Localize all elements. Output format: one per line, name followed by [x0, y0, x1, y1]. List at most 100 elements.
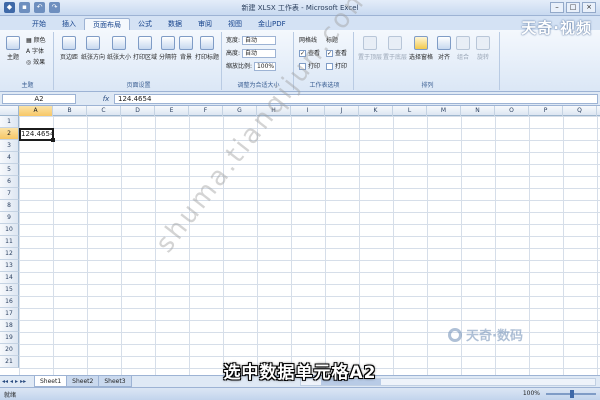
tab-home[interactable]: 开始: [24, 18, 54, 30]
name-box[interactable]: A2: [2, 94, 76, 104]
row-header-2[interactable]: 2: [0, 128, 19, 140]
scale-input[interactable]: 100%: [253, 62, 276, 71]
active-cell-a2[interactable]: 124.4654: [19, 128, 54, 141]
tab-review[interactable]: 审阅: [190, 18, 220, 30]
column-header-b[interactable]: B: [53, 106, 87, 116]
print-titles-icon: [200, 36, 214, 50]
margins-label: 页边距: [59, 54, 78, 61]
close-button[interactable]: ×: [582, 2, 596, 13]
tab-data[interactable]: 数据: [160, 18, 190, 30]
tab-view[interactable]: 视图: [220, 18, 250, 30]
column-header-n[interactable]: N: [461, 106, 495, 116]
row-header-7[interactable]: 7: [0, 188, 19, 200]
column-header-k[interactable]: K: [359, 106, 393, 116]
breaks-icon: [161, 36, 175, 50]
column-header-f[interactable]: F: [189, 106, 223, 116]
brand-bottom-text: 天奇·数码: [466, 329, 523, 344]
fonts-icon: A: [26, 48, 31, 55]
scale-label: 缩放比例:: [226, 63, 253, 70]
selection-pane-icon: [414, 36, 428, 50]
width-combo[interactable]: 自动: [241, 36, 276, 45]
theme-effects-button[interactable]: ◎ 效果: [26, 57, 45, 66]
row-header-11[interactable]: 11: [0, 236, 19, 248]
column-header-m[interactable]: M: [427, 106, 461, 116]
background-icon: [179, 36, 193, 50]
background-button[interactable]: 背景: [178, 36, 194, 61]
tab-formulas[interactable]: 公式: [130, 18, 160, 30]
column-header-j[interactable]: J: [325, 106, 359, 116]
fonts-label: 字体: [32, 48, 45, 55]
margins-button[interactable]: 页边距: [58, 36, 80, 61]
height-combo[interactable]: 自动: [241, 49, 276, 58]
row-header-6[interactable]: 6: [0, 176, 19, 188]
themes-button[interactable]: 主题: [4, 36, 22, 61]
row-header-4[interactable]: 4: [0, 152, 19, 164]
selection-pane-button[interactable]: 选择窗格: [408, 36, 434, 61]
theme-fonts-button[interactable]: A 字体: [26, 46, 44, 55]
themes-icon: [6, 36, 20, 50]
column-header-p[interactable]: P: [529, 106, 563, 116]
breaks-button[interactable]: 分隔符: [158, 36, 178, 61]
row-header-14[interactable]: 14: [0, 272, 19, 284]
headings-print-checkbox[interactable]: [326, 63, 333, 70]
column-header-o[interactable]: O: [495, 106, 529, 116]
print-area-button[interactable]: 打印区域: [132, 36, 158, 61]
fill-handle[interactable]: [51, 138, 55, 142]
minimize-button[interactable]: –: [550, 2, 564, 13]
group-arrange-label: 排列: [421, 82, 434, 89]
column-header-c[interactable]: C: [87, 106, 121, 116]
row-header-20[interactable]: 20: [0, 344, 19, 356]
colors-label: 颜色: [33, 37, 46, 44]
rotate-button[interactable]: 旋转: [474, 36, 492, 61]
headings-print-option[interactable]: 打印: [326, 61, 347, 70]
column-header-q[interactable]: Q: [563, 106, 597, 116]
zoom-level[interactable]: 100%: [523, 390, 540, 397]
align-button[interactable]: 对齐: [435, 36, 453, 61]
tab-page-layout[interactable]: 页面布局: [84, 18, 130, 30]
orientation-button[interactable]: 纸张方向: [80, 36, 106, 61]
send-to-back-label: 置于底层: [383, 54, 408, 61]
zoom-slider-knob[interactable]: [570, 390, 574, 398]
select-all-corner[interactable]: [0, 106, 19, 116]
group-objects-button[interactable]: 组合: [454, 36, 472, 61]
group-page-setup: 页边距 纸张方向 纸张大小 打印区域 分隔符 背景 打印标题 页面设置: [56, 32, 222, 90]
row-header-17[interactable]: 17: [0, 308, 19, 320]
group-objects-icon: [456, 36, 470, 50]
bring-to-front-button[interactable]: 置于顶层: [358, 36, 382, 61]
column-header-i[interactable]: I: [291, 106, 325, 116]
colors-icon: ▦: [26, 37, 32, 44]
column-header-e[interactable]: E: [155, 106, 189, 116]
group-theme: 主题 ▦ 颜色 A 字体 ◎ 效果 主题: [2, 32, 54, 90]
formula-input[interactable]: 124.4654: [114, 94, 598, 104]
brand-watermark-bottom: 天奇·数码: [448, 325, 523, 344]
row-header-3[interactable]: 3: [0, 140, 19, 152]
tab-kingsoft-pdf[interactable]: 金山PDF: [250, 18, 294, 30]
tab-insert[interactable]: 插入: [54, 18, 84, 30]
effects-label: 效果: [33, 59, 46, 66]
status-ready: 就绪: [4, 392, 17, 399]
background-label: 背景: [179, 54, 192, 61]
send-to-back-button[interactable]: 置于底层: [383, 36, 407, 61]
row-header-13[interactable]: 13: [0, 260, 19, 272]
theme-colors-button[interactable]: ▦ 颜色: [26, 35, 46, 44]
column-header-l[interactable]: L: [393, 106, 427, 116]
column-header-d[interactable]: D: [121, 106, 155, 116]
size-button[interactable]: 纸张大小: [106, 36, 132, 61]
maximize-button[interactable]: □: [566, 2, 580, 13]
orientation-icon: [86, 36, 100, 50]
row-header-18[interactable]: 18: [0, 320, 19, 332]
row-header-1[interactable]: 1: [0, 116, 19, 128]
window-controls: – □ ×: [550, 2, 596, 13]
row-header-15[interactable]: 15: [0, 284, 19, 296]
row-header-16[interactable]: 16: [0, 296, 19, 308]
insert-function-icon[interactable]: fx: [100, 94, 112, 104]
row-header-19[interactable]: 19: [0, 332, 19, 344]
row-header-12[interactable]: 12: [0, 248, 19, 260]
row-header-5[interactable]: 5: [0, 164, 19, 176]
row-header-10[interactable]: 10: [0, 224, 19, 236]
group-page-setup-label: 页面设置: [126, 82, 151, 89]
column-header-a[interactable]: A: [19, 106, 53, 116]
row-header-9[interactable]: 9: [0, 212, 19, 224]
row-header-8[interactable]: 8: [0, 200, 19, 212]
print-titles-button[interactable]: 打印标题: [194, 36, 220, 61]
